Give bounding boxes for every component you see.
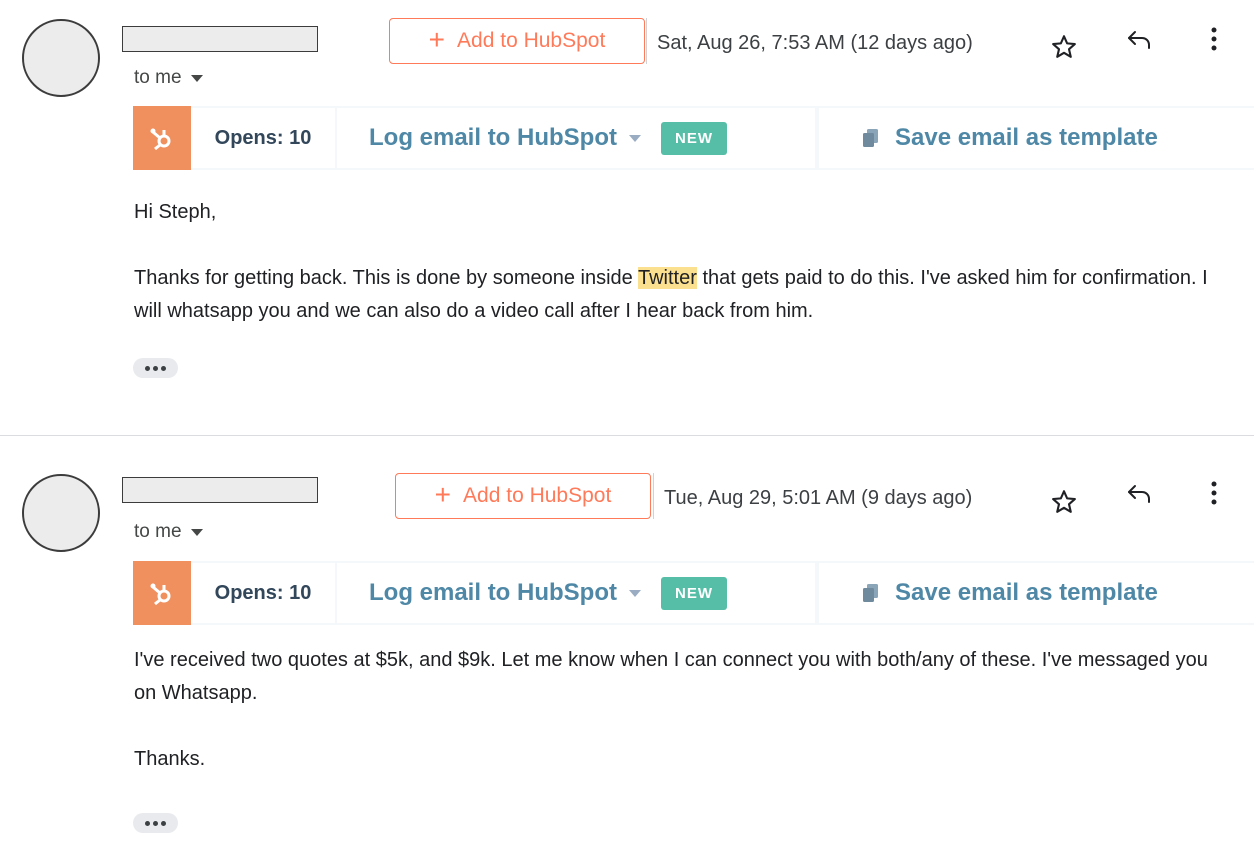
sender-avatar[interactable]	[22, 19, 100, 97]
plus-icon: +	[428, 24, 446, 55]
chevron-down-icon	[628, 589, 641, 597]
sender-avatar[interactable]	[22, 474, 100, 552]
more-vert-icon[interactable]	[1202, 478, 1226, 508]
divider	[653, 473, 654, 519]
add-to-hubspot-button[interactable]: + Add to HubSpot	[395, 473, 651, 519]
dot	[153, 365, 158, 371]
show-trimmed-content-button[interactable]	[133, 358, 178, 378]
add-to-hubspot-label: Add to HubSpot	[463, 484, 612, 507]
save-template-label: Save email as template	[895, 579, 1158, 606]
plus-icon: +	[434, 479, 452, 510]
dot	[153, 820, 158, 826]
message-body: I've received two quotes at $5k, and $9k…	[134, 644, 1234, 776]
email-message: to me + Add to HubSpot Sat, Aug 26, 7:53…	[0, 0, 1254, 435]
to-me-label: to me	[134, 67, 182, 88]
message-date: Sat, Aug 26, 7:53 AM (12 days ago)	[657, 32, 973, 54]
hubspot-toolbar: Opens: 10 Log email to HubSpot NEW Save …	[133, 106, 1254, 170]
add-to-hubspot-label: Add to HubSpot	[457, 29, 606, 52]
log-email-dropdown[interactable]: Log email to HubSpot NEW	[337, 563, 815, 623]
hubspot-logo-icon[interactable]	[133, 106, 191, 170]
message-body: Hi Steph, Thanks for getting back. This …	[134, 196, 1234, 328]
save-email-as-template-button[interactable]: Save email as template	[819, 108, 1254, 168]
log-email-label: Log email to HubSpot	[369, 579, 617, 606]
email-message: to me + Add to HubSpot Tue, Aug 29, 5:01…	[0, 436, 1254, 856]
body-paragraph: Thanks for getting back. This is done by…	[134, 262, 1234, 328]
reply-icon[interactable]	[1122, 26, 1158, 56]
add-to-hubspot-button[interactable]: + Add to HubSpot	[389, 18, 645, 64]
new-badge: NEW	[660, 576, 727, 610]
copy-icon	[863, 129, 878, 147]
dot	[161, 820, 166, 826]
opens-count[interactable]: Opens: 10	[191, 108, 335, 168]
body-paragraph: I've received two quotes at $5k, and $9k…	[134, 649, 1208, 704]
more-vert-icon[interactable]	[1202, 24, 1226, 54]
opens-count[interactable]: Opens: 10	[191, 563, 335, 623]
message-date: Tue, Aug 29, 5:01 AM (9 days ago)	[664, 487, 973, 509]
body-text-start: Thanks for getting back. This is done by…	[134, 267, 638, 289]
reply-icon[interactable]	[1122, 480, 1158, 510]
highlighted-term: Twitter	[638, 267, 697, 289]
sender-name-redacted	[122, 26, 318, 52]
dot	[145, 365, 150, 371]
star-icon[interactable]	[1046, 31, 1082, 63]
show-trimmed-content-button[interactable]	[133, 813, 178, 833]
caret-down-icon	[190, 74, 203, 82]
copy-icon	[863, 584, 878, 602]
sender-name-redacted	[122, 477, 318, 503]
chevron-down-icon	[628, 134, 641, 142]
caret-down-icon	[190, 528, 203, 536]
dot	[145, 820, 150, 826]
dot	[161, 365, 166, 371]
recipient-details-toggle[interactable]: to me	[134, 521, 203, 543]
recipient-details-toggle[interactable]: to me	[134, 67, 203, 89]
hubspot-toolbar: Opens: 10 Log email to HubSpot NEW Save …	[133, 561, 1254, 625]
star-icon[interactable]	[1046, 486, 1082, 518]
new-badge: NEW	[660, 121, 727, 155]
log-email-label: Log email to HubSpot	[369, 124, 617, 151]
greeting: Hi Steph,	[134, 201, 217, 223]
hubspot-logo-icon[interactable]	[133, 561, 191, 625]
save-template-label: Save email as template	[895, 124, 1158, 151]
save-email-as-template-button[interactable]: Save email as template	[819, 563, 1254, 623]
divider	[646, 18, 647, 64]
closing: Thanks.	[134, 748, 206, 770]
to-me-label: to me	[134, 521, 182, 542]
log-email-dropdown[interactable]: Log email to HubSpot NEW	[337, 108, 815, 168]
